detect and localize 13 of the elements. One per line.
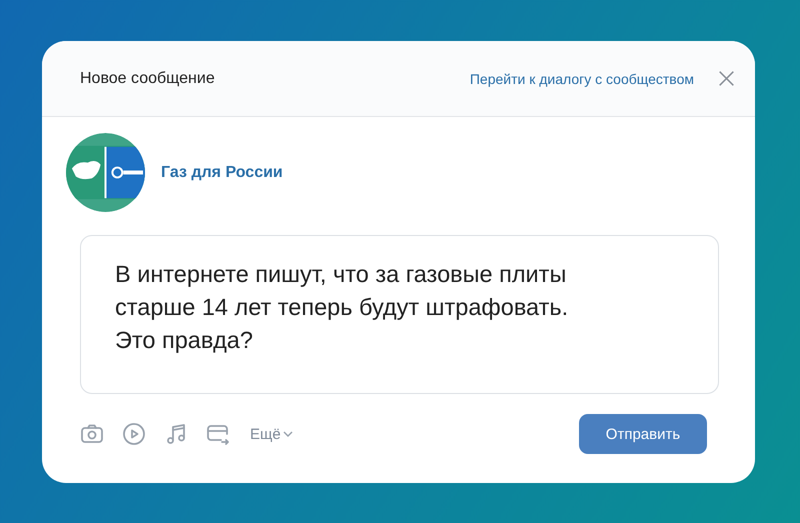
community-chat-link[interactable]: Перейти к диалогу с сообществом: [470, 70, 694, 86]
send-button[interactable]: Отправить: [579, 414, 707, 454]
music-note-icon[interactable]: [164, 422, 188, 446]
dialog-title: Новое сообщение: [80, 70, 216, 88]
message-field[interactable]: В интернете пишут, что за газовые плиты старше 14 лет теперь будут штрафовать. Это правда?: [80, 235, 719, 394]
close-icon[interactable]: [718, 70, 735, 87]
more-button[interactable]: Ещё: [250, 426, 579, 442]
community-name[interactable]: Газ для России: [161, 164, 283, 182]
caret-icon: [282, 431, 293, 437]
logo-icon: [66, 133, 145, 212]
card-icon[interactable]: [206, 422, 230, 446]
play-icon[interactable]: [122, 422, 146, 446]
camera-icon[interactable]: [80, 422, 104, 446]
